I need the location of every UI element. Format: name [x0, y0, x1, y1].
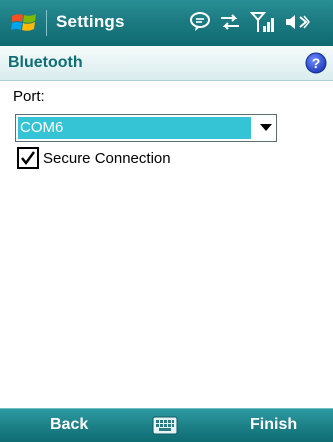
volume-icon[interactable] [282, 10, 310, 39]
svg-text:?: ? [312, 55, 321, 71]
port-label: Port: [13, 88, 45, 105]
port-dropdown[interactable]: COM6 [15, 114, 277, 142]
help-icon[interactable]: ? [305, 52, 327, 74]
title-bar: Settings [0, 0, 333, 46]
secure-connection-checkbox[interactable] [17, 147, 39, 169]
port-selected-value: COM6 [18, 117, 251, 139]
keyboard-icon[interactable] [152, 416, 178, 435]
chevron-down-icon[interactable] [260, 124, 272, 131]
secure-connection-label: Secure Connection [43, 150, 171, 167]
message-icon[interactable] [188, 10, 212, 39]
page-header: Bluetooth ? [0, 46, 333, 81]
back-softkey[interactable]: Back [50, 416, 88, 434]
checkmark-icon [21, 151, 35, 165]
signal-strength-icon[interactable] [249, 10, 276, 39]
finish-softkey[interactable]: Finish [250, 416, 297, 434]
title-separator [46, 10, 47, 36]
page-title: Bluetooth [8, 54, 83, 71]
app-title: Settings [56, 12, 125, 31]
windows-start-icon[interactable] [8, 6, 42, 40]
data-connection-icon[interactable] [218, 10, 242, 39]
softkey-bar: Back Finish [0, 408, 333, 442]
